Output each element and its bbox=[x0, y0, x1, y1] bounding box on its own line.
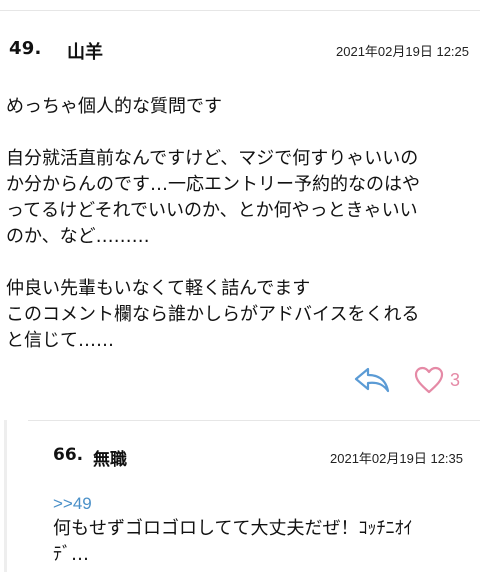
reply-line: 何もせずゴロゴロしてて大丈夫だぜ！ｺｯﾁﾆｵｲ bbox=[53, 518, 413, 539]
comment-line: 仲良い先輩もいなくて軽く詰んでます bbox=[6, 278, 311, 299]
comment-line: か分からんのです…一応エントリー予約的なのはや bbox=[6, 174, 420, 195]
comment-line: めっちゃ個人的な質問です bbox=[6, 96, 222, 117]
reply-body: 何もせずゴロゴロしてて大丈夫だぜ！ｺｯﾁﾆｵｲ ﾃﾞ… bbox=[53, 516, 473, 568]
reply-arrow-icon bbox=[354, 367, 390, 393]
comment-line: このコメント欄なら誰かしらがアドバイスをくれる bbox=[6, 304, 420, 325]
reply-commenter-name: 無職 bbox=[93, 450, 127, 470]
top-divider bbox=[0, 10, 480, 11]
reply-thread-bar bbox=[4, 420, 7, 572]
comment-line bbox=[6, 250, 476, 276]
reply-header: 66. 無職 2021年02月19日 12:35 bbox=[53, 445, 463, 470]
like-count: 3 bbox=[449, 369, 460, 390]
reply-comment-66: 66. 無職 2021年02月19日 12:35 >>49 何もせずゴロゴロして… bbox=[0, 420, 480, 572]
reply-divider bbox=[28, 420, 480, 421]
like-button[interactable] bbox=[412, 362, 446, 398]
comment-line: のか、など……… bbox=[6, 226, 150, 247]
comment-line bbox=[6, 120, 476, 146]
reply-anchor-link[interactable]: >>49 bbox=[53, 494, 92, 514]
reply-date: 2021年02月19日 12:35 bbox=[330, 451, 463, 466]
comment-body: めっちゃ個人的な質問です 自分就活直前なんですけど、マジで何すりゃいいの か分か… bbox=[6, 94, 476, 354]
reply-line: ﾃﾞ… bbox=[53, 544, 89, 565]
comment-line: と信じて…… bbox=[6, 330, 114, 351]
comment-line: 自分就活直前なんですけど、マジで何すりゃいいの bbox=[6, 148, 419, 169]
comment-line: ってるけどそれでいいのか、とか何やっときゃいい bbox=[6, 200, 418, 221]
comment-date: 2021年02月19日 12:25 bbox=[336, 44, 469, 59]
comment-actions: 3 bbox=[352, 358, 460, 402]
comment-header: 49. 山羊 2021年02月19日 12:25 bbox=[9, 38, 471, 63]
commenter-name: 山羊 bbox=[67, 42, 103, 63]
comment-number: 49. bbox=[9, 38, 42, 59]
reply-button[interactable] bbox=[352, 362, 392, 398]
reply-number: 66. bbox=[53, 445, 84, 465]
heart-outline-icon bbox=[414, 366, 444, 394]
